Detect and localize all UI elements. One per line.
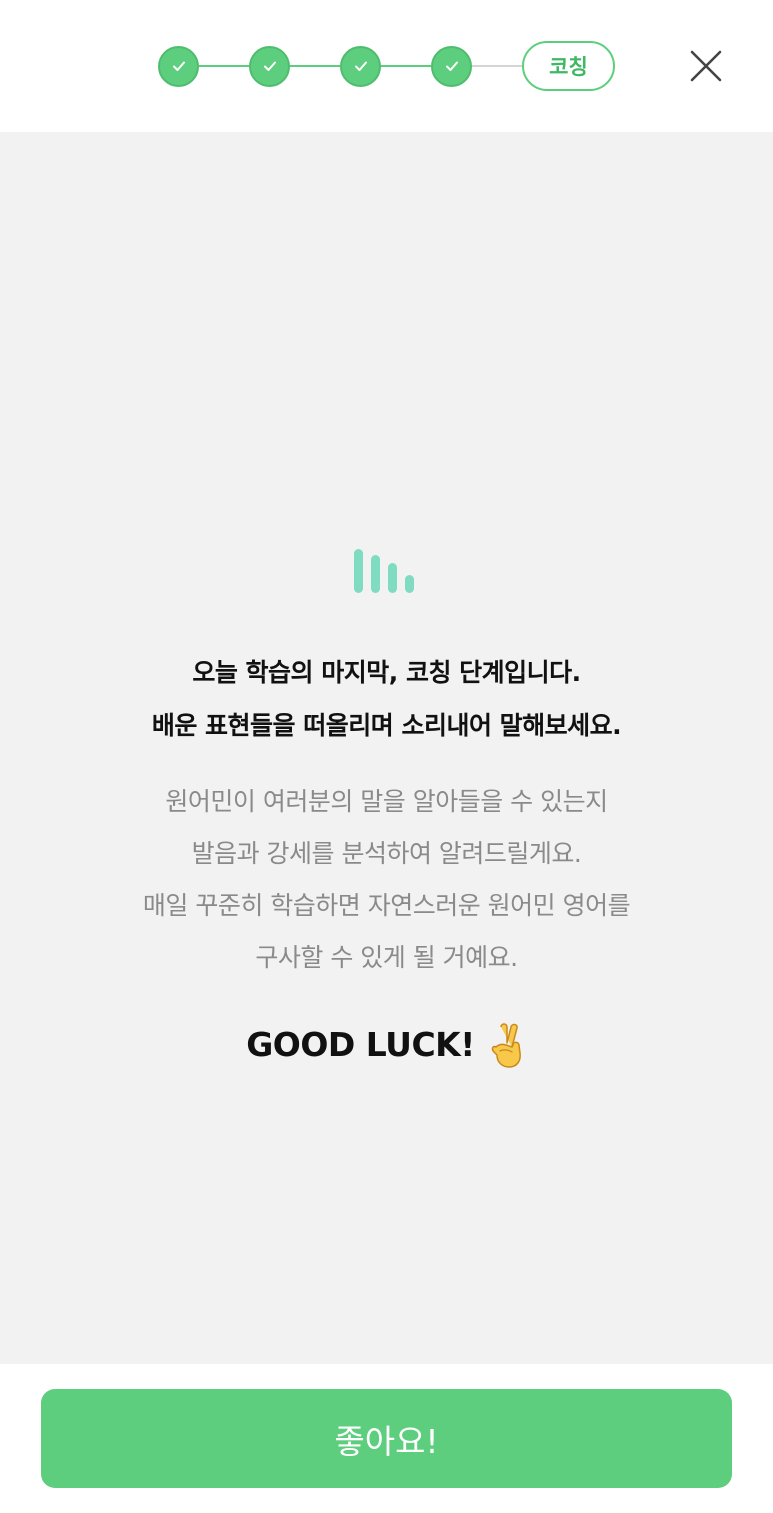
- description-line: 매일 꾸준히 학습하면 자연스러운 원어민 영어를: [142, 891, 631, 920]
- headline-line: 배운 표현들을 떠올리며 소리내어 말해보세요.: [151, 711, 622, 740]
- headline: 오늘 학습의 마지막, 코칭 단계입니다. 배운 표현들을 떠올리며 소리내어 …: [0, 646, 773, 752]
- main-content: 오늘 학습의 마지막, 코칭 단계입니다. 배운 표현들을 떠올리며 소리내어 …: [0, 132, 773, 1364]
- good-luck-text: GOOD LUCK!: [246, 1025, 475, 1064]
- check-icon: [263, 61, 276, 71]
- check-icon: [445, 61, 458, 71]
- step-4-complete: [431, 45, 472, 87]
- headline-line: 오늘 학습의 마지막, 코칭 단계입니다.: [192, 658, 581, 687]
- step-connector: [290, 65, 340, 67]
- footer: 좋아요!: [0, 1364, 773, 1513]
- description-line: 발음과 강세를 분석하여 알려드릴게요.: [191, 839, 582, 868]
- step-progress: 코칭: [158, 41, 615, 91]
- check-icon: [172, 61, 185, 71]
- step-2-complete: [249, 45, 290, 87]
- step-connector-pending: [472, 65, 522, 67]
- description-line: 원어민이 여러분의 말을 알아들을 수 있는지: [165, 787, 608, 816]
- step-current-coaching: 코칭: [522, 41, 615, 91]
- confirm-button[interactable]: 좋아요!: [41, 1389, 732, 1488]
- coaching-intro-screen: 코칭 오늘 학습의 마지막, 코칭 단계입니다. 배운 표현들을 떠올리며 소리…: [0, 0, 773, 1513]
- header: 코칭: [0, 0, 773, 132]
- step-3-complete: [340, 45, 381, 87]
- step-1-complete: [158, 45, 199, 87]
- close-icon: [690, 50, 722, 82]
- description-line: 구사할 수 있게 될 거예요.: [255, 943, 518, 972]
- sound-wave-icon: [354, 549, 414, 593]
- check-icon: [354, 61, 367, 71]
- description: 원어민이 여러분의 말을 알아들을 수 있는지 발음과 강세를 분석하여 알려드…: [0, 776, 773, 984]
- step-connector: [381, 65, 431, 67]
- step-connector: [199, 65, 249, 67]
- close-button[interactable]: [684, 44, 728, 88]
- crossed-fingers-icon: [491, 1023, 521, 1068]
- good-luck-message: GOOD LUCK!: [0, 1017, 773, 1073]
